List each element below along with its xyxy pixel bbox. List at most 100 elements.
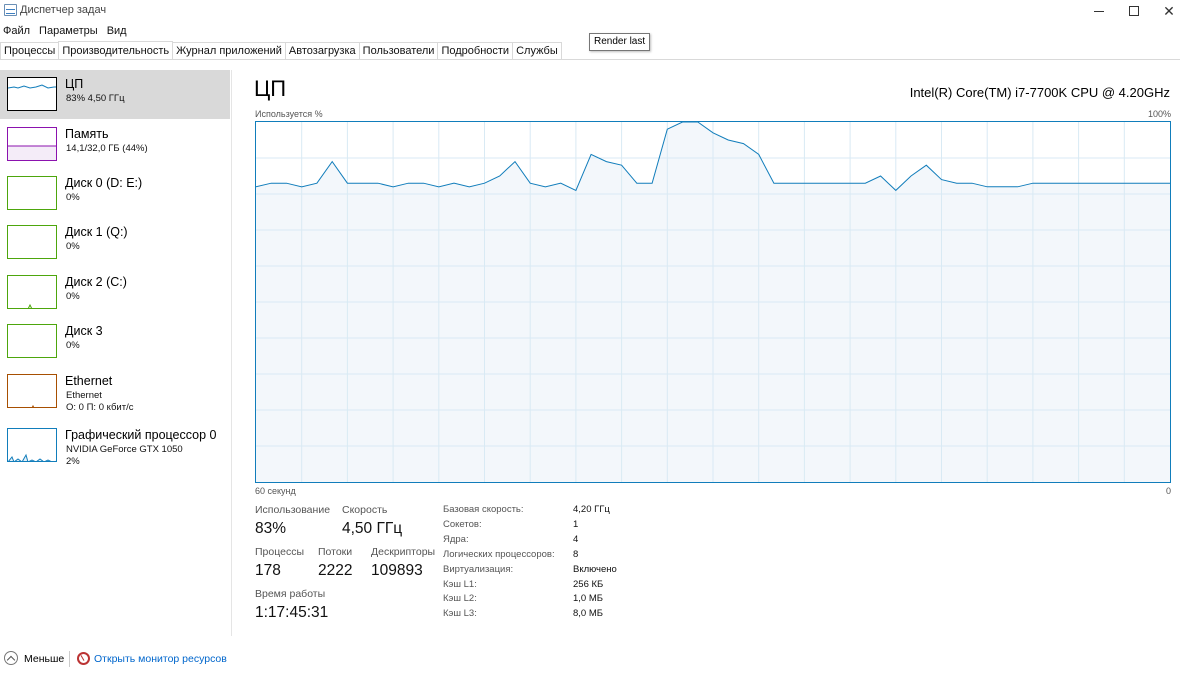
sidebar-item-label: Графический процессор 0 xyxy=(65,428,217,442)
sidebar-item-detail: Ethernet xyxy=(66,390,102,401)
usage-value: 83% xyxy=(255,520,287,537)
threads-label: Потоки xyxy=(318,546,353,558)
info-value: 1,0 МБ xyxy=(573,593,603,604)
usage-label: Использование xyxy=(255,504,331,516)
sidebar-item-memory[interactable]: Память 14,1/32,0 ГБ (44%) xyxy=(0,120,230,169)
speed-label: Скорость xyxy=(342,504,388,516)
tab-users[interactable]: Пользователи xyxy=(358,42,439,59)
info-label: Сокетов: xyxy=(443,519,482,530)
ethernet-thumbnail-graph xyxy=(31,404,35,407)
sidebar-item-label: Диск 2 (C:) xyxy=(65,275,127,289)
window-title: Диспетчер задач xyxy=(20,4,107,16)
sidebar-item-label: Диск 3 xyxy=(65,324,103,338)
info-value: 256 КБ xyxy=(573,579,604,590)
uptime-label: Время работы xyxy=(255,588,326,600)
uptime-value: 1:17:45:31 xyxy=(255,604,329,621)
chart-y-label: Используется % xyxy=(255,109,323,119)
close-button[interactable]: ✕ xyxy=(1152,0,1180,22)
maximize-button[interactable] xyxy=(1117,0,1151,22)
tab-processes[interactable]: Процессы xyxy=(0,42,60,59)
sidebar-item-label: ЦП xyxy=(65,77,84,91)
processes-label: Процессы xyxy=(255,546,305,558)
memory-thumbnail-graph xyxy=(8,145,56,160)
sidebar-item-detail: 0% xyxy=(66,192,80,203)
memory-thumbnail xyxy=(7,127,57,161)
tab-performance[interactable]: Производительность xyxy=(58,41,174,59)
menu-bar: Файл Параметры Вид xyxy=(0,23,133,40)
info-value: 1 xyxy=(573,519,579,530)
performance-sidebar: ЦП 83% 4,50 ГГц Память 14,1/32,0 ГБ (44%… xyxy=(0,70,232,636)
info-label: Базовая скорость: xyxy=(443,504,524,515)
close-icon: ✕ xyxy=(1163,2,1175,19)
menu-view[interactable]: Вид xyxy=(104,23,130,40)
sidebar-item-detail: NVIDIA GeForce GTX 1050 xyxy=(66,444,183,455)
info-label: Виртуализация: xyxy=(443,564,514,575)
tab-services[interactable]: Службы xyxy=(512,42,562,59)
sidebar-item-detail: 0% xyxy=(66,291,80,302)
sidebar-item-label: Ethernet xyxy=(65,374,113,388)
info-label: Кэш L3: xyxy=(443,608,477,619)
info-value: Включено xyxy=(573,564,617,575)
handles-value: 109893 xyxy=(371,562,423,579)
tab-bar: Процессы Производительность Журнал прило… xyxy=(0,41,1180,60)
sidebar-item-disk1[interactable]: Диск 1 (Q:) 0% xyxy=(0,218,230,267)
sidebar-item-disk0[interactable]: Диск 0 (D: E:) 0% xyxy=(0,169,230,218)
page-title: ЦП xyxy=(254,76,287,101)
sidebar-item-detail-2: О: 0 П: 0 кбит/с xyxy=(66,402,134,413)
menu-file[interactable]: Файл xyxy=(0,23,33,40)
disk2-thumbnail xyxy=(7,275,57,309)
resource-monitor-icon[interactable] xyxy=(77,652,90,665)
speed-value: 4,50 ГГц xyxy=(342,520,403,537)
sidebar-item-detail: 14,1/32,0 ГБ (44%) xyxy=(66,143,148,154)
sidebar-item-label: Память xyxy=(65,127,109,141)
title-bar: Диспетчер задач ✕ xyxy=(0,0,1180,22)
info-label: Кэш L2: xyxy=(443,593,477,604)
sidebar-item-label: Диск 1 (Q:) xyxy=(65,225,128,239)
footer: Меньше Открыть монитор ресурсов xyxy=(0,648,1180,670)
disk2-thumbnail-graph xyxy=(27,303,33,308)
footer-divider xyxy=(69,651,70,667)
menu-options[interactable]: Параметры xyxy=(36,23,101,40)
tab-app-history[interactable]: Журнал приложений xyxy=(172,42,286,59)
info-value: 8 xyxy=(573,549,579,560)
chart-y-max-label: 100% xyxy=(1147,109,1171,119)
tab-details[interactable]: Подробности xyxy=(437,42,514,59)
gpu-thumbnail xyxy=(7,428,57,462)
sidebar-item-gpu0[interactable]: Графический процессор 0 NVIDIA GeForce G… xyxy=(0,421,230,470)
maximize-icon xyxy=(1129,6,1139,16)
sidebar-item-disk3[interactable]: Диск 3 0% xyxy=(0,317,230,366)
info-value: 4,20 ГГц xyxy=(573,504,610,515)
sidebar-item-disk2[interactable]: Диск 2 (C:) 0% xyxy=(0,268,230,317)
disk0-thumbnail xyxy=(7,176,57,210)
cpu-usage-chart xyxy=(255,121,1171,483)
threads-value: 2222 xyxy=(318,562,353,579)
sidebar-item-detail: 83% 4,50 ГГц xyxy=(66,93,125,104)
disk3-thumbnail xyxy=(7,324,57,358)
cpu-model-name: Intel(R) Core(TM) i7-7700K CPU @ 4.20GHz xyxy=(909,85,1170,100)
sidebar-item-detail: 0% xyxy=(66,241,80,252)
fewer-details-button[interactable]: Меньше xyxy=(24,653,64,665)
chart-x-label: 60 секунд xyxy=(255,486,296,496)
handles-label: Дескрипторы xyxy=(371,546,436,558)
ethernet-thumbnail xyxy=(7,374,57,408)
cpu-thumbnail xyxy=(7,77,57,111)
tab-startup[interactable]: Автозагрузка xyxy=(284,42,360,59)
sidebar-item-cpu[interactable]: ЦП 83% 4,50 ГГц xyxy=(0,70,230,119)
minimize-button[interactable] xyxy=(1082,0,1116,22)
info-value: 8,0 МБ xyxy=(573,608,603,619)
sidebar-item-detail: 0% xyxy=(66,340,80,351)
info-value: 4 xyxy=(573,534,579,545)
gpu-thumbnail-graph xyxy=(8,453,56,461)
task-manager-icon xyxy=(4,4,17,16)
chart-x-end-label: 0 xyxy=(1166,486,1172,496)
info-label: Логических процессоров: xyxy=(443,549,555,560)
chevron-up-icon[interactable] xyxy=(4,651,18,665)
open-resource-monitor-link[interactable]: Открыть монитор ресурсов xyxy=(94,653,227,665)
processes-value: 178 xyxy=(255,562,281,579)
minimize-icon xyxy=(1094,10,1104,12)
sidebar-item-ethernet[interactable]: Ethernet Ethernet О: 0 П: 0 кбит/с xyxy=(0,367,230,416)
info-label: Кэш L1: xyxy=(443,579,477,590)
sidebar-item-detail-2: 2% xyxy=(66,456,80,467)
sidebar-item-label: Диск 0 (D: E:) xyxy=(65,176,143,190)
cpu-usage-graph xyxy=(255,121,1170,482)
